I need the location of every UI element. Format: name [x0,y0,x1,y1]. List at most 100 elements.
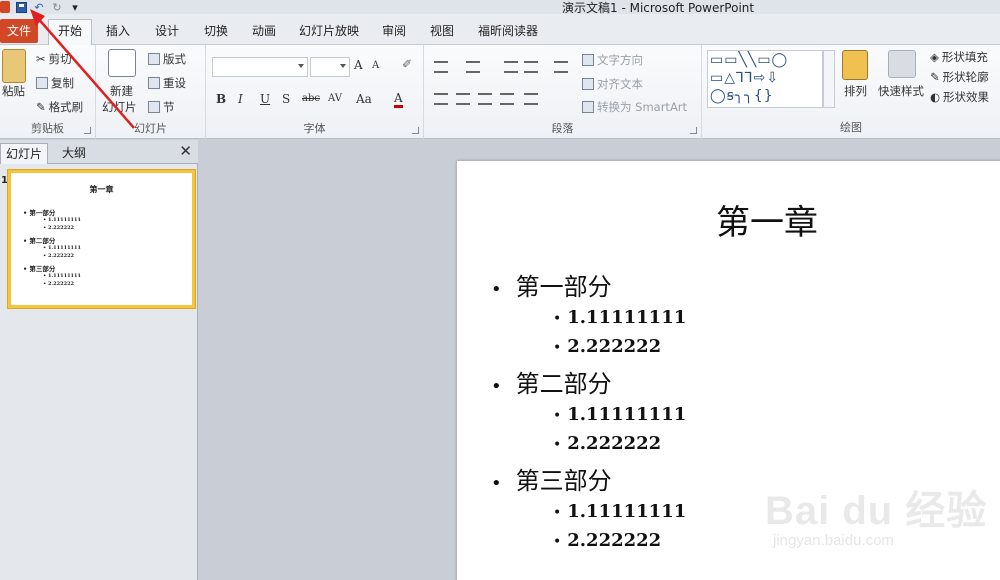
shape-outline-button[interactable]: ✎ 形状轮廓 [930,69,989,85]
slides-group-label: 幻灯片 [134,122,167,135]
font-color-button[interactable]: A [394,91,403,108]
clipboard-group-label: 剪贴板 [31,122,64,135]
slide-title[interactable]: 第一章 [707,195,827,244]
effects-icon: ◐ [930,90,941,104]
italic-button[interactable]: I [238,92,243,106]
clear-format-icon[interactable]: ✐ [402,57,412,71]
clipboard-launcher-icon[interactable] [84,127,91,134]
clipboard-group: 粘贴 ✂ 剪切 复制 ✎ 格式刷 剪贴板 [0,45,96,139]
section-heading-1[interactable]: • 第一部分 [491,267,612,302]
shape-effects-button[interactable]: ◐ 形状效果 [930,89,989,105]
watermark-text: Bai du 经验 [765,489,988,533]
line-spacing-icon[interactable] [554,61,568,73]
tab-home[interactable]: 开始 [48,19,92,46]
paragraph-group-label: 段落 [551,122,574,135]
powerpoint-logo-icon[interactable] [0,1,10,13]
arrange-icon[interactable] [842,50,868,80]
font-size-combo[interactable] [310,57,350,77]
thumb-heading-2: • 第二部分 [23,237,56,245]
ribbon-tabs: 文件 开始 插入 设计 切换 动画 幻灯片放映 审阅 视图 福昕阅读器 [0,14,1000,46]
tab-slideshow[interactable]: 幻灯片放映 [296,20,362,42]
shapes-gallery[interactable]: ▭▭╲╲▭◯ ▭△⅂⅂⇨⇩ ◯ꞩ╮╮{} [707,50,823,108]
quick-styles-icon[interactable] [888,50,916,78]
tab-slides[interactable]: 幻灯片 [0,143,48,164]
shapes-gallery-scroll[interactable] [823,50,835,108]
tab-transitions[interactable]: 切换 [198,20,234,42]
grow-font-button[interactable]: A [354,58,363,72]
paragraph-launcher-icon[interactable] [690,127,697,134]
undo-button[interactable]: ↶ [32,1,46,14]
arrange-button[interactable]: 排列 [844,83,867,99]
font-name-combo[interactable] [212,57,308,77]
layout-label: 版式 [163,52,186,66]
tab-review[interactable]: 审阅 [376,20,412,42]
align-right-icon[interactable] [478,93,492,105]
shrink-font-button[interactable]: A [372,60,379,71]
redo-button[interactable]: ↻ [50,1,64,14]
thumb-item: • 2.222222 [43,281,75,287]
section-icon [148,101,160,113]
tab-foxit-reader[interactable]: 福昕阅读器 [474,20,542,42]
slide-thumbnail[interactable]: 第一章 • 第一部分 • 1.11111111 • 2.222222 • 第二部… [7,169,196,309]
layout-icon [148,53,160,65]
justify-icon[interactable] [500,93,514,105]
paste-button[interactable]: 粘贴 [2,83,25,99]
align-text-button[interactable]: 对齐文本 [582,76,643,92]
copy-button[interactable]: 复制 [36,75,74,91]
tab-insert[interactable]: 插入 [100,20,136,42]
section-button[interactable]: 节 [148,99,175,115]
list-item[interactable]: • 1.11111111 [553,501,686,522]
list-item[interactable]: • 1.11111111 [553,307,686,328]
brush-icon: ✎ [36,100,46,114]
font-group: A A ✐ B I U S abc AV Aa A 字体 [206,45,424,139]
decrease-indent-icon[interactable] [504,61,518,73]
cut-button[interactable]: ✂ 剪切 [36,51,72,67]
save-button[interactable] [14,1,28,13]
section-heading-3[interactable]: • 第三部分 [491,461,612,496]
bold-button[interactable]: B [216,92,226,106]
save-icon [15,1,27,13]
tab-design[interactable]: 设计 [148,20,186,42]
change-case-button[interactable]: Aa [356,92,372,106]
section-heading-2[interactable]: • 第二部分 [491,364,612,399]
tab-file[interactable]: 文件 [0,19,38,43]
shapes-row-1: ▭▭╲╲▭◯ [710,52,789,68]
new-slide-icon[interactable] [108,49,136,77]
new-slide-dropdown[interactable]: 幻灯片 [102,99,137,115]
customize-qat-button[interactable]: ▾ [68,1,82,14]
shadow-button[interactable]: S [282,92,290,106]
thumb-item: • 1.11111111 [43,245,81,251]
new-slide-button[interactable]: 新建 [110,83,133,99]
convert-smartart-button[interactable]: 转换为 SmartArt [582,99,687,115]
columns-icon[interactable] [524,93,538,105]
watermark-url: jingyan.baidu.com [773,532,894,549]
numbering-icon[interactable] [466,61,480,73]
font-launcher-icon[interactable] [412,127,419,134]
align-left-icon[interactable] [434,93,448,105]
tab-outline[interactable]: 大纲 [52,143,96,164]
layout-button[interactable]: 版式 [148,51,186,67]
text-direction-button[interactable]: 文字方向 [582,52,643,68]
list-item[interactable]: • 1.11111111 [553,404,686,425]
close-pane-icon[interactable]: ✕ [179,142,192,160]
quick-styles-button[interactable]: 快速样式 [878,83,924,99]
tab-view[interactable]: 视图 [424,20,460,42]
format-painter-button[interactable]: ✎ 格式刷 [36,99,83,115]
tab-animations[interactable]: 动画 [246,20,282,42]
align-center-icon[interactable] [456,93,470,105]
list-item[interactable]: • 2.222222 [553,433,661,454]
list-item[interactable]: • 2.222222 [553,530,661,551]
smartart-label: 转换为 SmartArt [597,100,688,114]
slide-number: 1 [1,175,8,186]
list-item[interactable]: • 2.222222 [553,336,661,357]
character-spacing-button[interactable]: AV [328,93,342,104]
paste-icon[interactable] [2,49,26,83]
shape-fill-button[interactable]: ◈ 形状填充 [930,49,988,65]
ribbon: 粘贴 ✂ 剪切 复制 ✎ 格式刷 剪贴板 新建 幻灯片 版式 重设 节 幻灯片 A … [0,45,1000,139]
bullets-icon[interactable] [434,61,448,73]
reset-button[interactable]: 重设 [148,75,186,91]
increase-indent-icon[interactable] [524,61,538,73]
strikethrough-button[interactable]: abc [302,93,320,104]
underline-button[interactable]: U [260,92,270,106]
cut-label: 剪切 [48,52,72,66]
